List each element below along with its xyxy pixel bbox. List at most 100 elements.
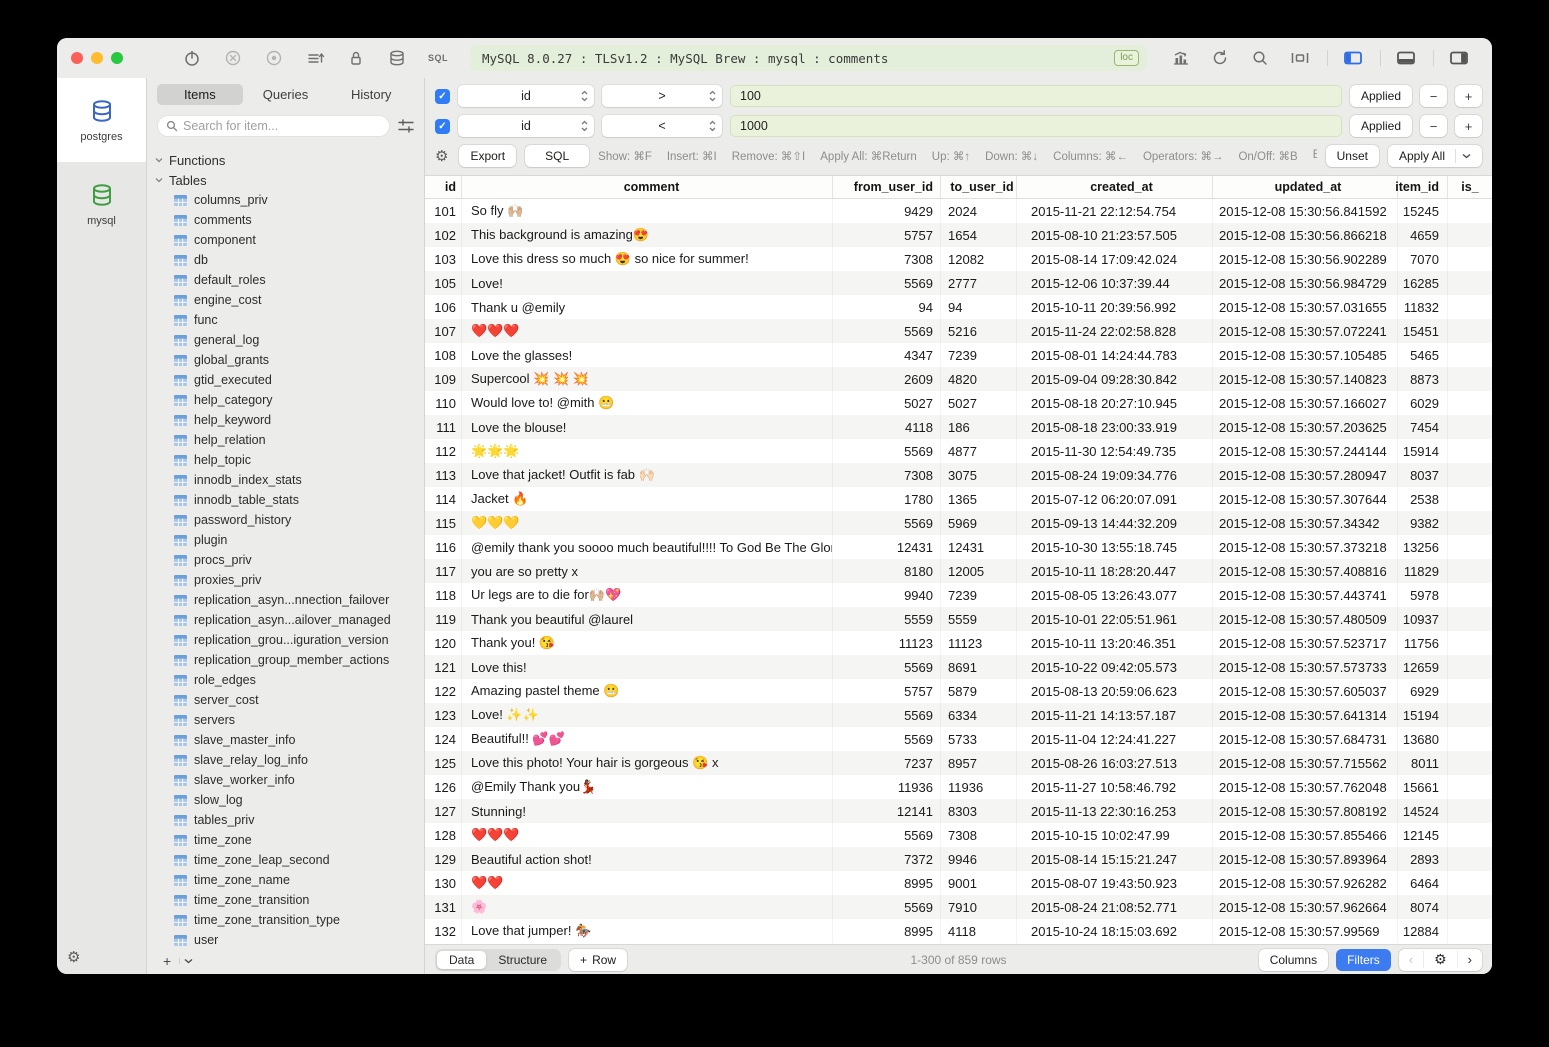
cell-is[interactable] bbox=[1448, 823, 1492, 847]
cell-id[interactable]: 119 bbox=[425, 607, 462, 631]
cell-to-user-id[interactable]: 5216 bbox=[941, 319, 1017, 343]
cell-is[interactable] bbox=[1448, 703, 1492, 727]
cell-created-at[interactable]: 2015-10-11 20:39:56.992 bbox=[1017, 295, 1213, 319]
cell-created-at[interactable]: 2015-08-24 19:09:34.776 bbox=[1017, 463, 1213, 487]
cell-comment[interactable]: Love this! bbox=[462, 655, 833, 679]
cell-is[interactable] bbox=[1448, 535, 1492, 559]
cell-created-at[interactable]: 2015-10-15 10:02:47.99 bbox=[1017, 823, 1213, 847]
cell-created-at[interactable]: 2015-09-13 14:44:32.209 bbox=[1017, 511, 1213, 535]
cell-id[interactable]: 125 bbox=[425, 751, 462, 775]
cell-to-user-id[interactable]: 5559 bbox=[941, 607, 1017, 631]
ssl-lock-icon[interactable] bbox=[339, 47, 373, 69]
cell-updated-at[interactable]: 2015-12-08 15:30:57.105485 bbox=[1213, 343, 1398, 367]
connection-item-postgres[interactable]: postgres bbox=[57, 78, 146, 162]
column-header-created-at[interactable]: created_at bbox=[1017, 176, 1213, 198]
cell-from-user-id[interactable]: 5569 bbox=[833, 895, 941, 919]
sidebar-item-table[interactable]: slave_master_info bbox=[147, 730, 424, 750]
cell-created-at[interactable]: 2015-11-21 14:13:57.187 bbox=[1017, 703, 1213, 727]
sidebar-item-table[interactable]: password_history bbox=[147, 510, 424, 530]
cell-is[interactable] bbox=[1448, 871, 1492, 895]
cell-item-id[interactable]: 15194 bbox=[1398, 703, 1448, 727]
table-row[interactable]: 121Love this!556986912015-10-22 09:42:05… bbox=[425, 655, 1492, 679]
cell-comment[interactable]: @emily thank you soooo much beautiful!!!… bbox=[462, 535, 833, 559]
sidebar-item-table[interactable]: component bbox=[147, 230, 424, 250]
cell-to-user-id[interactable]: 7239 bbox=[941, 583, 1017, 607]
table-row[interactable]: 123Love! ✨✨556963342015-11-21 14:13:57.1… bbox=[425, 703, 1492, 727]
export-button[interactable]: Export bbox=[459, 145, 516, 167]
cell-item-id[interactable]: 8037 bbox=[1398, 463, 1448, 487]
table-row[interactable]: 105Love!556927772015-12-06 10:37:39.4420… bbox=[425, 271, 1492, 295]
cell-is[interactable] bbox=[1448, 391, 1492, 415]
cell-from-user-id[interactable]: 11936 bbox=[833, 775, 941, 799]
cell-updated-at[interactable]: 2015-12-08 15:30:57.99569 bbox=[1213, 919, 1398, 943]
sidebar-item-table[interactable]: role_edges bbox=[147, 670, 424, 690]
cell-comment[interactable]: 🌸 bbox=[462, 895, 833, 919]
cell-id[interactable]: 114 bbox=[425, 487, 462, 511]
commit-list-icon[interactable] bbox=[298, 47, 332, 69]
cell-to-user-id[interactable]: 7308 bbox=[941, 823, 1017, 847]
minimize-window-button[interactable] bbox=[91, 52, 103, 64]
unset-button[interactable]: Unset bbox=[1326, 145, 1379, 167]
cell-id[interactable]: 122 bbox=[425, 679, 462, 703]
filter-applied-button[interactable]: Applied bbox=[1350, 115, 1412, 137]
cell-to-user-id[interactable]: 8691 bbox=[941, 655, 1017, 679]
cell-id[interactable]: 127 bbox=[425, 799, 462, 823]
cell-comment[interactable]: Love that jumper! 🏇 bbox=[462, 919, 833, 943]
cell-updated-at[interactable]: 2015-12-08 15:30:57.34342 bbox=[1213, 511, 1398, 535]
cell-to-user-id[interactable]: 4118 bbox=[941, 919, 1017, 943]
refresh-icon[interactable] bbox=[1203, 47, 1237, 69]
cell-to-user-id[interactable]: 94 bbox=[941, 295, 1017, 319]
cell-created-at[interactable]: 2015-07-12 06:20:07.091 bbox=[1017, 487, 1213, 511]
cell-comment[interactable]: So fly 🙌🏼 bbox=[462, 199, 833, 223]
cell-created-at[interactable]: 2015-11-21 22:12:54.754 bbox=[1017, 199, 1213, 223]
sidebar-item-table[interactable]: proxies_priv bbox=[147, 570, 424, 590]
cell-item-id[interactable]: 11756 bbox=[1398, 631, 1448, 655]
cell-updated-at[interactable]: 2015-12-08 15:30:57.480509 bbox=[1213, 607, 1398, 631]
table-row[interactable]: 107❤️❤️❤️556952162015-11-24 22:02:58.828… bbox=[425, 319, 1492, 343]
sidebar-item-table[interactable]: servers bbox=[147, 710, 424, 730]
cell-is[interactable] bbox=[1448, 199, 1492, 223]
cell-comment[interactable]: Jacket 🔥 bbox=[462, 487, 833, 511]
add-item-button[interactable]: + bbox=[157, 953, 177, 969]
cell-from-user-id[interactable]: 7372 bbox=[833, 847, 941, 871]
sql-editor-icon[interactable]: SQL bbox=[421, 47, 455, 69]
page-settings-gear-icon[interactable]: ⚙ bbox=[1423, 951, 1458, 968]
cell-item-id[interactable]: 12145 bbox=[1398, 823, 1448, 847]
cell-item-id[interactable]: 15451 bbox=[1398, 319, 1448, 343]
cell-to-user-id[interactable]: 11936 bbox=[941, 775, 1017, 799]
sidebar-item-table[interactable]: innodb_table_stats bbox=[147, 490, 424, 510]
cell-comment[interactable]: Love! bbox=[462, 271, 833, 295]
cell-from-user-id[interactable]: 5559 bbox=[833, 607, 941, 631]
cell-is[interactable] bbox=[1448, 487, 1492, 511]
table-row[interactable]: 127Stunning!1214183032015-11-13 22:30:16… bbox=[425, 799, 1492, 823]
sidebar-item-table[interactable]: time_zone bbox=[147, 830, 424, 850]
cell-from-user-id[interactable]: 5757 bbox=[833, 679, 941, 703]
tab-data[interactable]: Data bbox=[437, 951, 486, 969]
tab-queries[interactable]: Queries bbox=[243, 84, 329, 105]
connection-item-mysql[interactable]: mysql bbox=[57, 162, 146, 246]
next-page-button[interactable]: › bbox=[1458, 952, 1482, 967]
cell-item-id[interactable]: 2893 bbox=[1398, 847, 1448, 871]
cell-updated-at[interactable]: 2015-12-08 15:30:57.893964 bbox=[1213, 847, 1398, 871]
cell-from-user-id[interactable]: 12141 bbox=[833, 799, 941, 823]
cell-updated-at[interactable]: 2015-12-08 15:30:56.866218 bbox=[1213, 223, 1398, 247]
close-window-button[interactable] bbox=[71, 52, 83, 64]
cell-id[interactable]: 108 bbox=[425, 343, 462, 367]
cell-item-id[interactable]: 13680 bbox=[1398, 727, 1448, 751]
column-header-id[interactable]: id bbox=[425, 176, 462, 198]
cell-created-at[interactable]: 2015-11-04 12:24:41.227 bbox=[1017, 727, 1213, 751]
cell-id[interactable]: 123 bbox=[425, 703, 462, 727]
cell-id[interactable]: 107 bbox=[425, 319, 462, 343]
cell-comment[interactable]: Amazing pastel theme 😬 bbox=[462, 679, 833, 703]
cell-updated-at[interactable]: 2015-12-08 15:30:56.902289 bbox=[1213, 247, 1398, 271]
cell-updated-at[interactable]: 2015-12-08 15:30:57.523717 bbox=[1213, 631, 1398, 655]
settings-gear-icon[interactable]: ⚙ bbox=[67, 948, 80, 966]
cell-item-id[interactable]: 14524 bbox=[1398, 799, 1448, 823]
table-row[interactable]: 116@emily thank you soooo much beautiful… bbox=[425, 535, 1492, 559]
sidebar-item-table[interactable]: tables_priv bbox=[147, 810, 424, 830]
cell-from-user-id[interactable]: 8995 bbox=[833, 871, 941, 895]
table-row[interactable]: 118Ur legs are to die for🙌🏼💖994072392015… bbox=[425, 583, 1492, 607]
cell-updated-at[interactable]: 2015-12-08 15:30:57.605037 bbox=[1213, 679, 1398, 703]
cell-comment[interactable]: Thank you beautiful @laurel bbox=[462, 607, 833, 631]
cell-from-user-id[interactable]: 5569 bbox=[833, 823, 941, 847]
